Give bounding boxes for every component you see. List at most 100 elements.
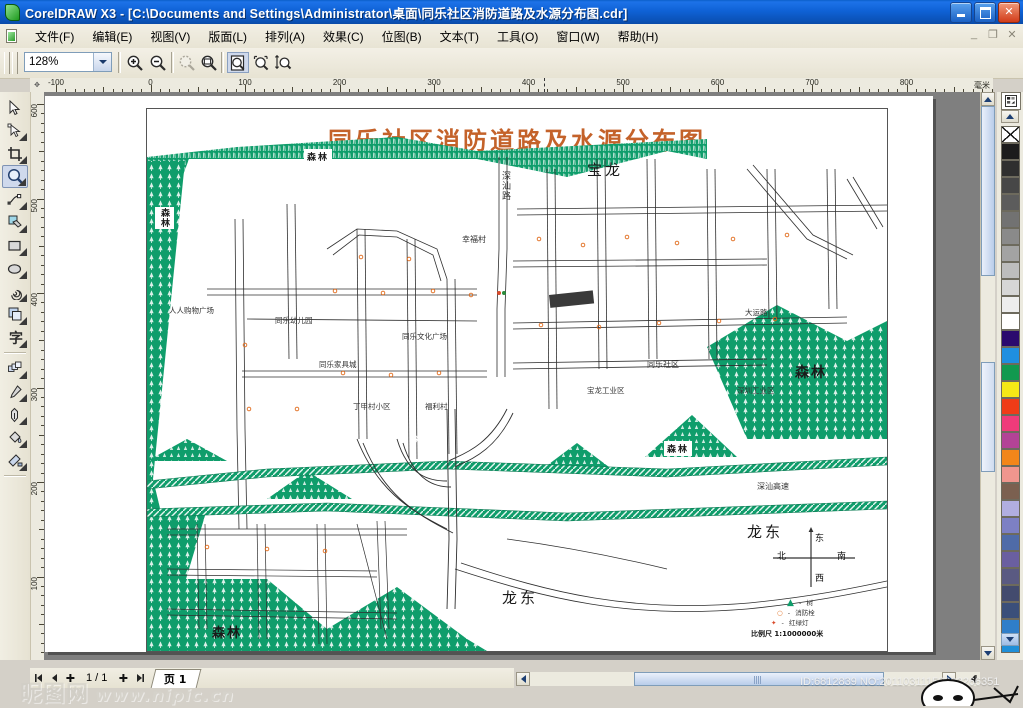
forest-label: 森林	[304, 149, 333, 164]
zoom-toolbar: 128%	[0, 48, 1023, 79]
rectangle-tool[interactable]	[2, 234, 28, 257]
palette-swatch[interactable]	[1001, 483, 1020, 500]
zoom-out-button[interactable]	[147, 52, 169, 73]
scroll-down-button[interactable]	[981, 646, 995, 660]
close-button[interactable]: ✕	[998, 2, 1020, 23]
palette-swatch[interactable]	[1001, 347, 1020, 364]
mdi-close-button[interactable]: ✕	[1005, 28, 1019, 41]
menu-item-edit[interactable]: 编辑(E)	[83, 25, 141, 48]
palette-swatch[interactable]	[1001, 568, 1020, 585]
coreldraw-window: CorelDRAW X3 - [C:\Documents and Setting…	[0, 0, 1023, 708]
ruler-label: 100	[30, 576, 39, 590]
crop-tool[interactable]	[2, 142, 28, 165]
palette-scroll-down-button[interactable]	[1001, 633, 1019, 646]
eyedropper-tool[interactable]	[2, 380, 28, 403]
interactive-blend-tool[interactable]	[2, 357, 28, 380]
palette-swatch[interactable]	[1001, 432, 1020, 449]
palette-swatch[interactable]	[1001, 585, 1020, 602]
palette-swatch[interactable]	[1001, 313, 1020, 330]
maximize-button[interactable]	[974, 2, 996, 23]
palette-swatch[interactable]	[1001, 602, 1020, 619]
outline-tool[interactable]	[2, 403, 28, 426]
palette-swatch[interactable]	[1001, 466, 1020, 483]
vertical-scroll-thumb[interactable]	[981, 106, 995, 276]
palette-options-button[interactable]	[1001, 92, 1021, 110]
map-artwork[interactable]: 同乐社区消防道路及水源分布图 森林 森林 森林 森林 森林 宝龙 龙东 龙东 深…	[146, 108, 888, 652]
vertical-ruler[interactable]: 600 500 400 300 200 100	[30, 92, 45, 660]
ruler-origin-button[interactable]: ✥	[30, 78, 45, 93]
menu-item-tools[interactable]: 工具(O)	[488, 25, 547, 48]
palette-swatch[interactable]	[1001, 449, 1020, 466]
zoom-to-page-height-button[interactable]	[272, 52, 294, 73]
zoom-level-combobox[interactable]: 128%	[24, 52, 112, 72]
interactive-fill-tool[interactable]	[2, 449, 28, 472]
zoom-to-page-button[interactable]	[227, 52, 249, 73]
flyout-arrow-icon	[19, 156, 27, 164]
pick-tool[interactable]	[2, 96, 28, 119]
palette-swatch[interactable]	[1001, 381, 1020, 398]
toolbar-separator-1	[118, 52, 121, 73]
scroll-up-button[interactable]	[981, 92, 995, 106]
smart-fill-tool[interactable]	[2, 211, 28, 234]
palette-swatch[interactable]	[1001, 330, 1020, 347]
zoom-to-page-width-button[interactable]	[250, 52, 272, 73]
menu-item-file[interactable]: 文件(F)	[26, 25, 83, 48]
menu-item-help[interactable]: 帮助(H)	[609, 25, 668, 48]
palette-swatch[interactable]	[1001, 517, 1020, 534]
zoom-tool[interactable]	[2, 165, 28, 188]
watermark-nipic: 昵图网 www.nipic.cn	[20, 676, 234, 708]
shape-tool[interactable]	[2, 119, 28, 142]
canvas-vertical-scrollbar[interactable]	[980, 92, 995, 660]
palette-swatch[interactable]	[1001, 262, 1020, 279]
palette-scroll-up-button[interactable]	[1001, 110, 1019, 123]
palette-swatch[interactable]	[1001, 160, 1020, 177]
menu-item-effects[interactable]: 效果(C)	[314, 25, 373, 48]
zoom-in-button[interactable]	[124, 52, 146, 73]
zoom-to-all-objects-button[interactable]	[198, 52, 220, 73]
freehand-tool[interactable]	[2, 188, 28, 211]
polygon-tool[interactable]	[2, 280, 28, 303]
palette-swatch[interactable]	[1001, 143, 1020, 160]
ruler-tick	[37, 198, 44, 200]
palette-swatch[interactable]	[1001, 279, 1020, 296]
palette-swatch[interactable]	[1001, 398, 1020, 415]
palette-swatch[interactable]	[1001, 228, 1020, 245]
zoom-to-selection-button[interactable]	[176, 52, 198, 73]
palette-swatch[interactable]	[1001, 211, 1020, 228]
basic-shapes-tool[interactable]	[2, 303, 28, 326]
palette-swatch[interactable]	[1001, 551, 1020, 568]
toolbar-grip[interactable]	[4, 52, 10, 74]
vertical-scroll-thumb-2[interactable]	[981, 362, 995, 472]
toolbar-grip-2[interactable]	[12, 52, 18, 74]
palette-swatch[interactable]	[1001, 415, 1020, 432]
menu-item-layout[interactable]: 版面(L)	[199, 25, 256, 48]
palette-swatch[interactable]	[1001, 177, 1020, 194]
mdi-minimize-button[interactable]: _	[967, 28, 981, 41]
fill-tool[interactable]	[2, 426, 28, 449]
horizontal-ruler[interactable]: -100 0 100 200 300 400 500 600 700 800 毫米	[44, 78, 993, 93]
toolbox: 字	[0, 92, 31, 660]
menu-item-text[interactable]: 文本(T)	[431, 25, 488, 48]
palette-swatch[interactable]	[1001, 364, 1020, 381]
ruler-tick	[37, 387, 44, 389]
drawing-canvas[interactable]: 同乐社区消防道路及水源分布图 森林 森林 森林 森林 森林 宝龙 龙东 龙东 深…	[44, 92, 980, 660]
color-palette[interactable]	[997, 92, 1023, 660]
document-page[interactable]: 同乐社区消防道路及水源分布图 森林 森林 森林 森林 森林 宝龙 龙东 龙东 深…	[45, 96, 933, 652]
palette-swatch[interactable]	[1001, 296, 1020, 313]
ellipse-tool[interactable]	[2, 257, 28, 280]
menu-item-arrange[interactable]: 排列(A)	[256, 25, 314, 48]
palette-swatch[interactable]	[1001, 500, 1020, 517]
scroll-left-button[interactable]	[516, 672, 530, 686]
arrow-left-icon	[520, 675, 526, 683]
palette-swatch[interactable]	[1001, 534, 1020, 551]
chevron-down-icon[interactable]	[93, 53, 111, 71]
menu-item-bitmaps[interactable]: 位图(B)	[373, 25, 431, 48]
text-tool[interactable]: 字	[2, 326, 28, 349]
menu-item-window[interactable]: 窗口(W)	[547, 25, 608, 48]
palette-swatch-none[interactable]	[1001, 126, 1020, 143]
minimize-button[interactable]	[950, 2, 972, 23]
menu-item-view[interactable]: 视图(V)	[141, 25, 199, 48]
palette-swatch[interactable]	[1001, 245, 1020, 262]
palette-swatch[interactable]	[1001, 194, 1020, 211]
mdi-restore-button[interactable]: ❐	[986, 28, 1000, 41]
